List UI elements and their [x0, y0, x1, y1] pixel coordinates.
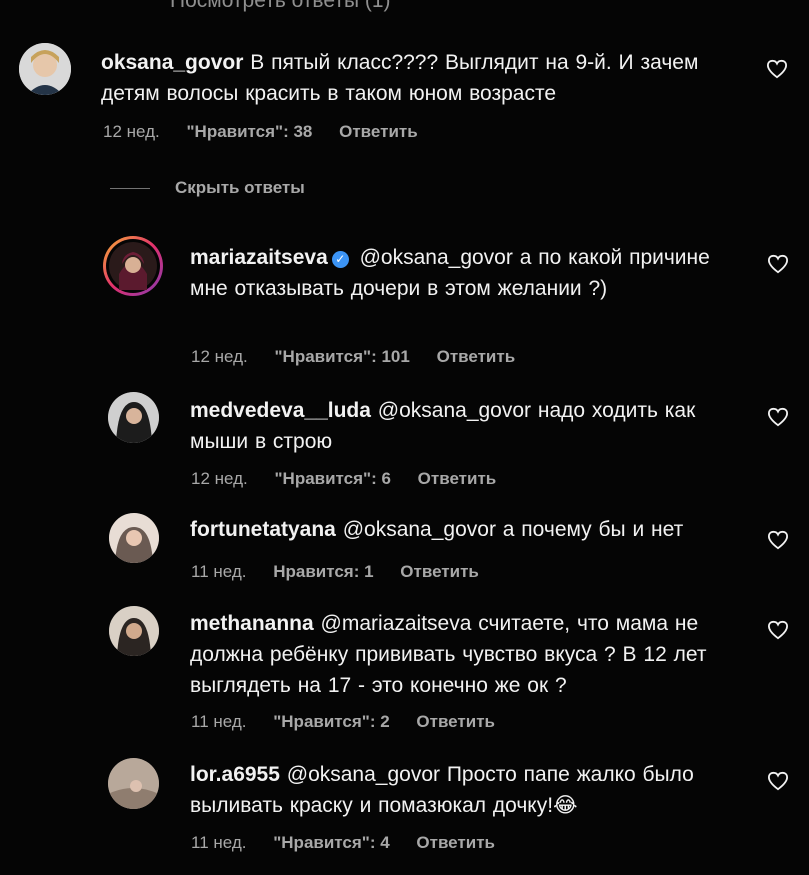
likes-count[interactable]: "Нравится": 6 [274, 469, 390, 488]
comment-time: 12 нед. [191, 469, 248, 488]
avatar-image [109, 242, 157, 290]
view-replies-link[interactable]: Посмотреть ответы (1) [170, 0, 391, 13]
reply-button[interactable]: Ответить [339, 122, 418, 141]
comment-time: 11 нед. [191, 562, 247, 581]
likes-count[interactable]: "Нравится": 101 [274, 347, 409, 366]
reply-button[interactable]: Ответить [416, 833, 495, 852]
reply-button[interactable]: Ответить [416, 712, 495, 731]
comment-text: mariazaitseva ✓ @oksana_govor а по какой … [190, 242, 750, 304]
hide-replies-button[interactable]: Скрыть ответы [175, 178, 305, 198]
avatar[interactable] [108, 758, 159, 809]
avatar[interactable] [108, 392, 159, 443]
comment-time: 11 нед. [191, 712, 247, 731]
username[interactable]: lor.a6955 [190, 763, 280, 786]
avatar-image [108, 392, 159, 443]
reply-button[interactable]: Ответить [437, 347, 516, 366]
avatar[interactable] [103, 236, 163, 296]
likes-count[interactable]: "Нравится": 38 [186, 122, 312, 141]
likes-count[interactable]: "Нравится": 2 [273, 712, 389, 731]
reply-button[interactable]: Ответить [400, 562, 479, 581]
avatar-image [109, 606, 159, 656]
likes-count[interactable]: "Нравится": 4 [273, 833, 389, 852]
comment-time: 12 нед. [103, 122, 160, 141]
heart-outline-icon[interactable] [767, 771, 789, 791]
heart-outline-icon[interactable] [767, 254, 789, 274]
comment-meta: 12 нед. "Нравится": 101 Ответить [191, 347, 537, 367]
reply-button[interactable]: Ответить [418, 469, 497, 488]
comment-body: @oksana_govor а почему бы и нет [342, 518, 684, 541]
username[interactable]: mariazaitseva [190, 246, 328, 269]
username[interactable]: oksana_govor [101, 51, 243, 74]
avatar-image [109, 513, 159, 563]
verified-badge-icon: ✓ [331, 251, 349, 268]
comment-meta: 11 нед. Нравится: 1 Ответить [191, 562, 501, 582]
comment-meta: 11 нед. "Нравится": 2 Ответить [191, 712, 517, 732]
comment-text: methananna @mariazaitseva считаете, что … [190, 608, 750, 701]
comment-meta: 12 нед. "Нравится": 6 Ответить [191, 469, 518, 489]
avatar[interactable] [19, 43, 71, 95]
hide-replies-line [110, 188, 150, 189]
likes-count[interactable]: Нравится: 1 [273, 562, 373, 581]
comment-time: 11 нед. [191, 833, 247, 852]
heart-outline-icon[interactable] [767, 620, 789, 640]
avatar-image [19, 43, 71, 95]
username[interactable]: medvedeva__luda [190, 399, 371, 422]
username[interactable]: methananna [190, 612, 314, 635]
username[interactable]: fortunetatyana [190, 518, 336, 541]
heart-outline-icon[interactable] [767, 530, 789, 550]
heart-outline-icon[interactable] [767, 407, 789, 427]
comment-text: oksana_govor В пятый класс???? Выглядит … [101, 47, 711, 109]
comment-text: fortunetatyana @oksana_govor а почему бы… [190, 514, 750, 545]
avatar[interactable] [109, 606, 159, 656]
comment-text: medvedeva__luda @oksana_govor надо ходит… [190, 395, 750, 457]
comment-text: lor.a6955 @oksana_govor Просто папе жалк… [190, 759, 750, 821]
comment-meta: 11 нед. "Нравится": 4 Ответить [191, 833, 517, 853]
avatar-image [108, 758, 159, 809]
avatar[interactable] [109, 513, 159, 563]
comment-time: 12 нед. [191, 347, 248, 366]
heart-outline-icon[interactable] [766, 59, 788, 79]
comment-meta: 12 нед. "Нравится": 38 Ответить [103, 122, 440, 142]
